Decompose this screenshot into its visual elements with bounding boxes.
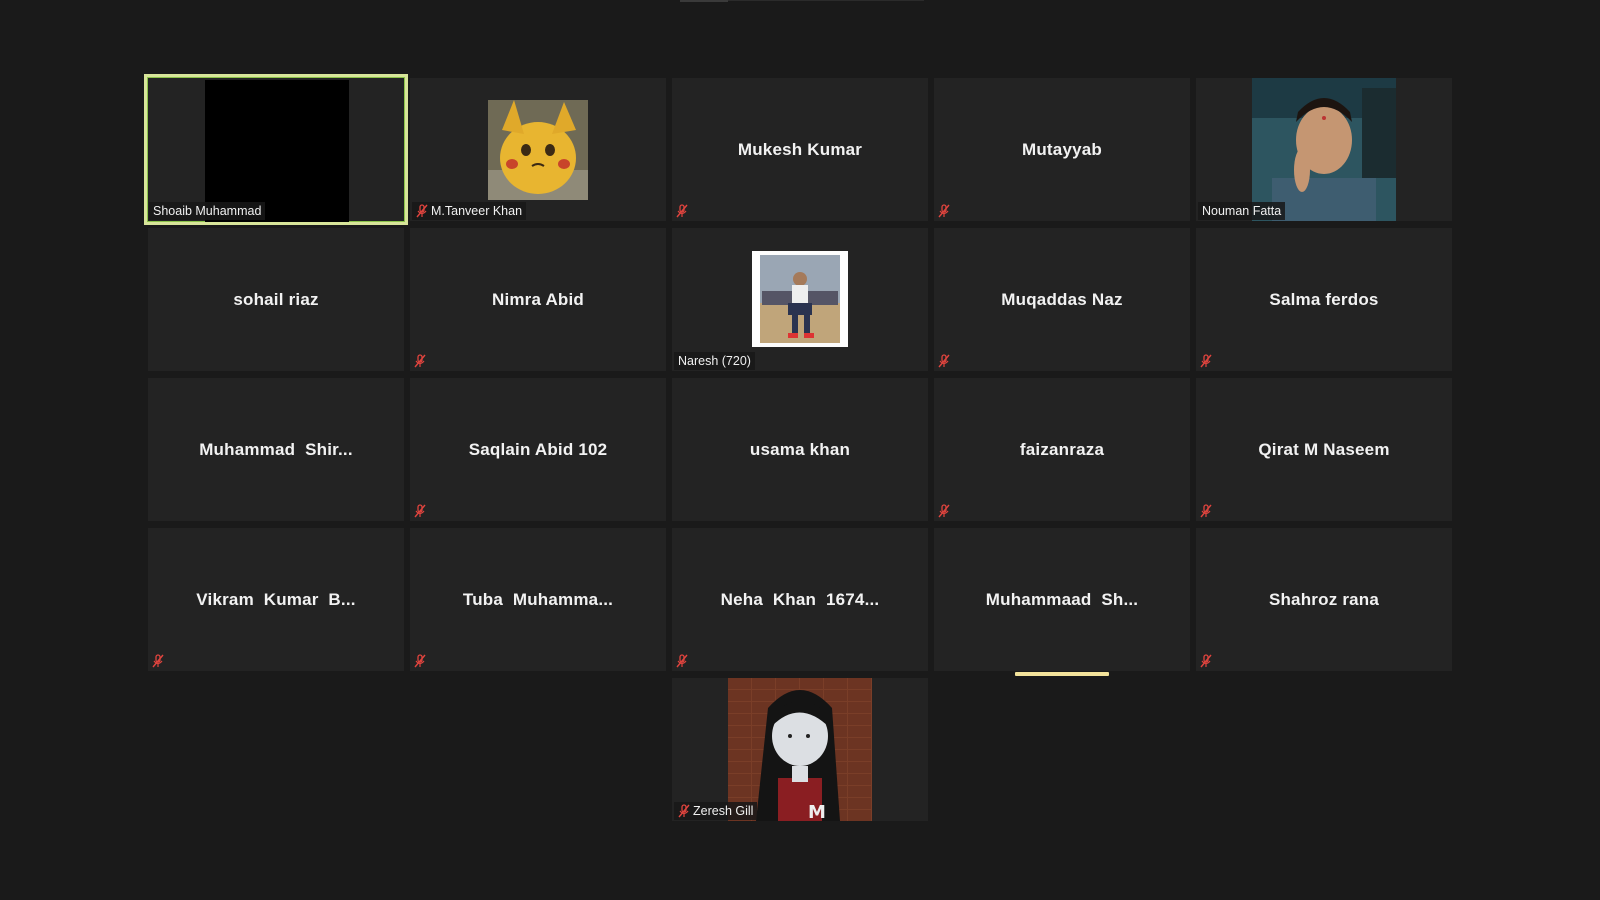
- participant-name: Zeresh Gill: [693, 804, 754, 818]
- participant-tile[interactable]: Nimra Abid: [410, 228, 666, 371]
- microphone-muted-icon: [414, 504, 426, 518]
- microphone-muted-icon: [416, 204, 428, 218]
- microphone-muted-icon: [676, 204, 688, 218]
- participant-name: Shahroz rana: [1268, 589, 1380, 609]
- microphone-muted-icon: [1200, 354, 1212, 368]
- participant-tile[interactable]: Nouman Fatta: [1196, 78, 1452, 221]
- participant-name-label: Shoaib Muhammad: [149, 202, 266, 220]
- profile-picture: M: [728, 678, 872, 821]
- participant-name: Muhammaad Sh...: [985, 589, 1139, 609]
- profile-picture: [752, 251, 848, 347]
- participant-name-label: Nouman Fatta: [1198, 202, 1286, 220]
- participant-name: Nouman Fatta: [1202, 204, 1282, 218]
- microphone-muted-icon: [1200, 504, 1212, 518]
- active-speaker-indicator: [1015, 672, 1109, 676]
- participant-tile[interactable]: Muhammad Shir...: [148, 378, 404, 521]
- video-feed: [1252, 78, 1396, 221]
- microphone-muted-icon: [414, 654, 426, 668]
- participant-tile[interactable]: Shoaib Muhammad: [144, 74, 408, 225]
- participant-tile[interactable]: Muqaddas Naz: [934, 228, 1190, 371]
- participant-tile[interactable]: Muhammaad Sh...: [934, 528, 1190, 671]
- participant-tile[interactable]: Mukesh Kumar: [672, 78, 928, 221]
- microphone-muted-icon: [414, 354, 426, 368]
- svg-text:M: M: [808, 802, 826, 821]
- participant-tile[interactable]: Naresh (720): [672, 228, 928, 371]
- participant-tile[interactable]: Saqlain Abid 102: [410, 378, 666, 521]
- participant-name: Salma ferdos: [1269, 289, 1379, 309]
- microphone-muted-icon: [676, 654, 688, 668]
- participant-name: M.Tanveer Khan: [431, 204, 523, 218]
- participant-name-label: Naresh (720): [674, 352, 755, 370]
- participant-tile[interactable]: Mutayyab: [934, 78, 1190, 221]
- microphone-muted-icon: [938, 204, 950, 218]
- participant-tile[interactable]: Shahroz rana: [1196, 528, 1452, 671]
- participant-tile[interactable]: M Zeresh Gill: [672, 678, 928, 821]
- participant-tile[interactable]: Qirat M Naseem: [1196, 378, 1452, 521]
- participant-name: Muqaddas Naz: [1001, 289, 1123, 309]
- participant-tile[interactable]: usama khan: [672, 378, 928, 521]
- participant-name: Neha Khan 1674...: [720, 589, 880, 609]
- microphone-muted-icon: [1200, 654, 1212, 668]
- participant-name: Naresh (720): [678, 354, 751, 368]
- participant-name: Mutayyab: [1021, 139, 1102, 159]
- participant-name: Shoaib Muhammad: [153, 204, 262, 218]
- participant-tile[interactable]: Vikram Kumar B...: [148, 528, 404, 671]
- participant-name: sohail riaz: [233, 289, 319, 309]
- meeting-gallery-view: Shoaib Muhammad M.Tanveer Khan Mukesh Ku…: [0, 0, 1600, 900]
- participant-tile[interactable]: faizanraza: [934, 378, 1190, 521]
- participant-name: Nimra Abid: [491, 289, 585, 309]
- participant-tile[interactable]: Salma ferdos: [1196, 228, 1452, 371]
- participant-name: faizanraza: [1019, 439, 1105, 459]
- profile-picture: [488, 100, 588, 200]
- participant-name: Qirat M Naseem: [1258, 439, 1390, 459]
- participant-name: Tuba Muhamma...: [462, 589, 614, 609]
- participant-tile[interactable]: M.Tanveer Khan: [410, 78, 666, 221]
- participant-name-label: M.Tanveer Khan: [412, 202, 527, 220]
- microphone-muted-icon: [938, 504, 950, 518]
- participant-name: Vikram Kumar B...: [196, 589, 356, 609]
- microphone-muted-icon: [152, 654, 164, 668]
- top-indicator: [680, 0, 728, 2]
- participant-tile[interactable]: Tuba Muhamma...: [410, 528, 666, 671]
- participant-name-label: Zeresh Gill: [674, 802, 758, 820]
- participant-name: Mukesh Kumar: [737, 139, 863, 159]
- participant-tile[interactable]: Neha Khan 1674...: [672, 528, 928, 671]
- participant-name: usama khan: [749, 439, 851, 459]
- microphone-muted-icon: [678, 804, 690, 818]
- participant-name: Muhammad Shir...: [199, 439, 353, 459]
- participant-name: Saqlain Abid 102: [468, 439, 608, 459]
- microphone-muted-icon: [938, 354, 950, 368]
- participant-tile[interactable]: sohail riaz: [148, 228, 404, 371]
- top-indicator-track: [728, 0, 924, 1]
